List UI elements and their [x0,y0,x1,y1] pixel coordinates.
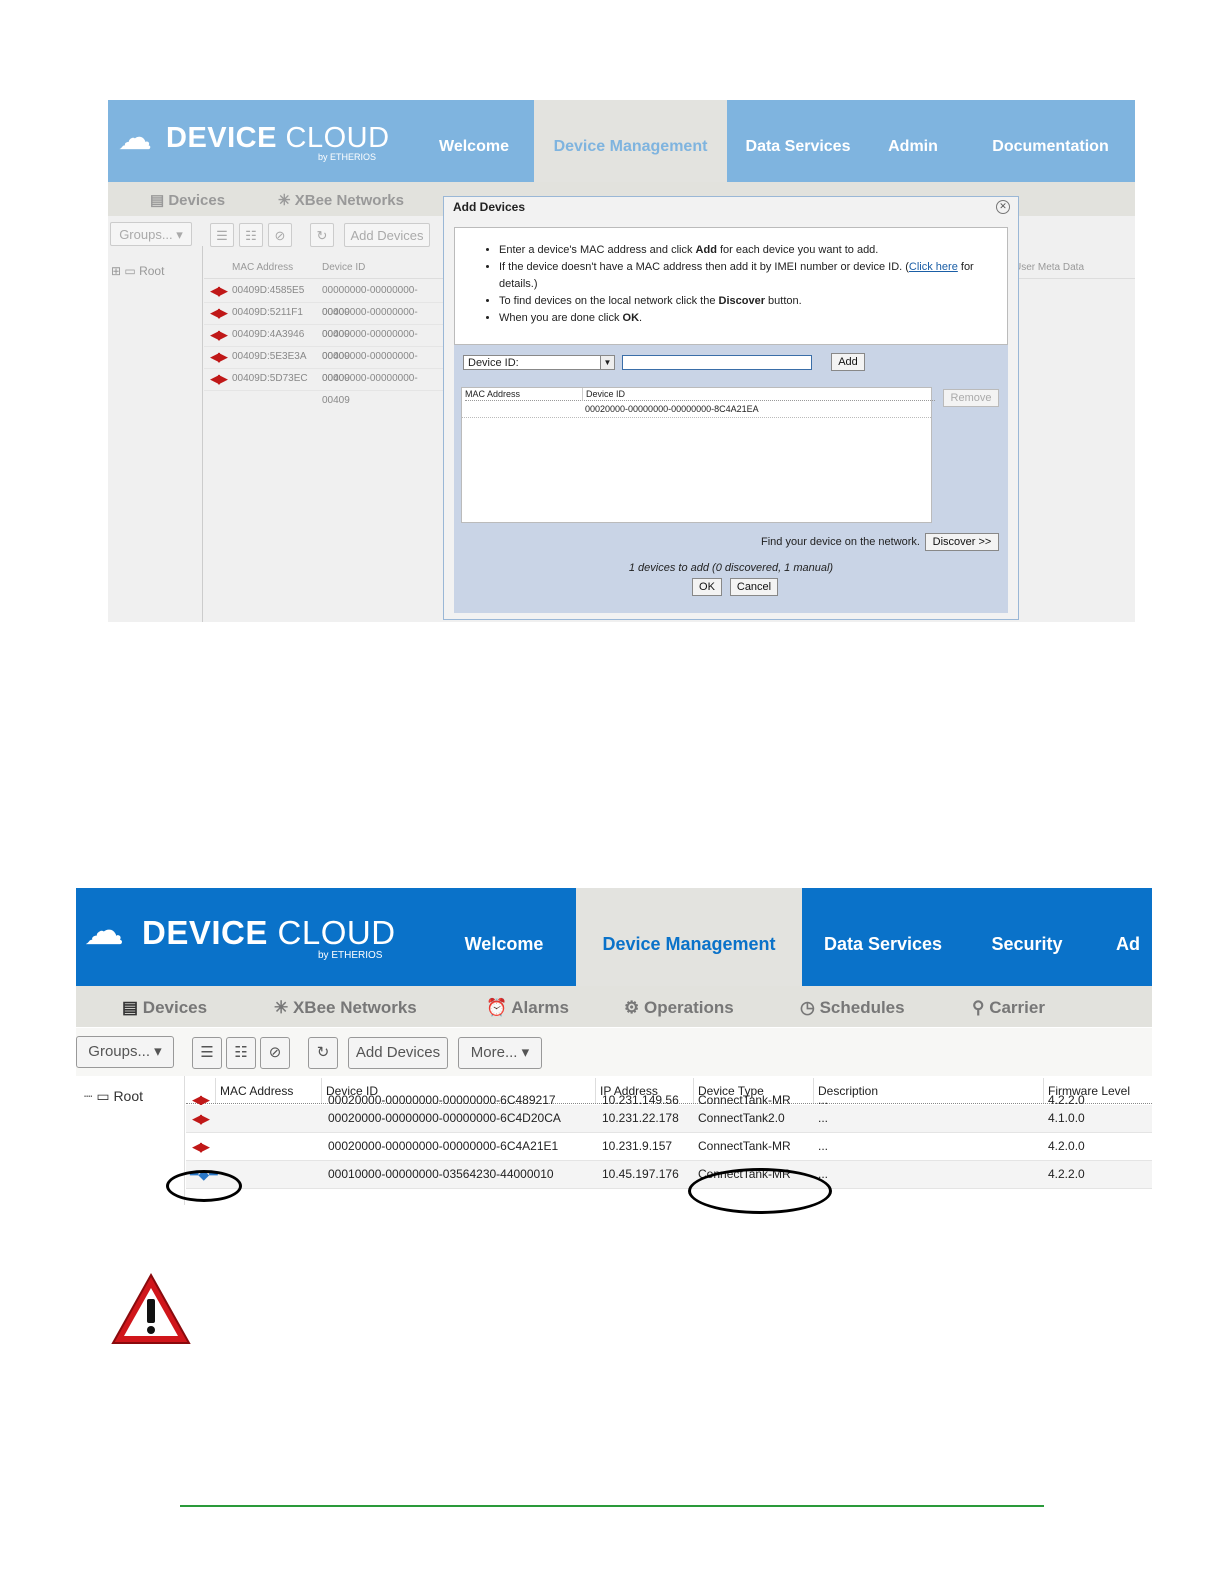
click-here-link[interactable]: Click here [909,261,958,273]
table-row[interactable]: ◀▶ 00409D:4A3946 00000000-00000000-00409 [204,324,444,362]
table-row[interactable]: ◀▶ 00020000-00000000-00000000-6C489217 1… [186,1091,1152,1106]
status-text: 1 devices to add (0 discovered, 1 manual… [628,562,834,574]
remove-button[interactable]: Remove [943,389,999,407]
highlight-oval-device-type [688,1168,832,1214]
app-header: ☁ DEVICE CLOUD by ETHERIOS Welcome Devic… [76,888,1152,986]
groups-button[interactable]: Groups... ▾ [76,1036,174,1068]
details-view-icon[interactable]: ☷ [226,1037,256,1069]
subnav-xbee[interactable]: ✳ XBee Networks [274,998,417,1018]
app-logo: DEVICE CLOUD [142,914,396,951]
table-row[interactable]: ◀▶ 00409D:4585E5 00000000-00000000-00409 [204,280,444,318]
col-mac[interactable]: MAC Address [232,258,293,278]
subnav-schedules[interactable]: ◷ Schedules [800,998,905,1018]
instruction-item: To find devices on the local network cli… [499,293,1007,310]
disconnected-icon: ◀▶ [210,327,228,342]
nav-device-management[interactable]: Device Management [576,888,802,986]
tree-root[interactable]: ⊞ ▭ Root [111,264,164,278]
instruction-item: If the device doesn't have a MAC address… [499,259,1007,293]
chevron-down-icon[interactable]: ▼ [600,356,614,369]
instructions: Enter a device's MAC address and click A… [454,227,1008,345]
table-row[interactable]: ━◆━ 00010000-00000000-03564230-44000010 … [186,1161,1152,1189]
footer-rule [180,1505,1044,1507]
warning-icon [111,1272,191,1344]
more-button[interactable]: More... ▾ [458,1037,542,1069]
disconnected-icon: ◀▶ [192,1111,210,1126]
compass-icon[interactable]: ⊘ [260,1037,290,1069]
logo-byline: by ETHERIOS [318,152,377,162]
add-devices-button[interactable]: Add Devices [348,1037,448,1069]
cloud-gear-icon: ☁ [118,119,152,157]
discover-button[interactable]: Discover >> [925,533,999,551]
tree-divider [202,246,203,622]
app-header: ☁ DEVICE CLOUD by ETHERIOS Welcome Devic… [108,100,1135,182]
instruction-item: When you are done click OK. [499,310,1007,327]
highlight-oval-status [166,1170,242,1202]
close-icon[interactable]: ✕ [996,200,1010,214]
table-row[interactable]: 00020000-00000000-00000000-8C4A21EA [585,402,759,416]
table-row[interactable]: ◀▶ 00409D:5211F1 00000000-00000000-00409 [204,302,444,340]
col-device-id[interactable]: Device ID [322,258,365,278]
table-row[interactable]: ◀▶ 00020000-00000000-00000000-6C4D20CA 1… [186,1105,1152,1133]
pending-devices-table: MAC Address Device ID 00020000-00000000-… [461,387,935,523]
refresh-icon[interactable]: ↻ [310,223,334,247]
subnav-xbee[interactable]: ✳ XBee Networks [278,191,404,209]
list-view-icon[interactable]: ☰ [210,223,234,247]
nav-welcome[interactable]: Welcome [448,888,560,986]
id-type-select[interactable]: Device ID: ▼ [463,355,615,370]
logo-byline: by ETHERIOS [318,950,383,961]
dialog-body: Enter a device's MAC address and click A… [454,227,1008,613]
disconnected-icon: ◀▶ [192,1139,210,1154]
nav-admin[interactable]: Admin [878,100,948,182]
disconnected-icon: ◀▶ [210,283,228,298]
row-divider [462,417,931,418]
screenshot-device-list: ☁ DEVICE CLOUD by ETHERIOS Welcome Devic… [76,888,1152,1205]
col-mac: MAC Address [465,388,581,401]
nav-admin[interactable]: Ad [1116,888,1152,986]
nav-welcome[interactable]: Welcome [424,100,524,182]
disconnected-icon: ◀▶ [210,371,228,386]
app-logo: DEVICE CLOUD [166,122,390,154]
device-grid: ◀▶ 00409D:4585E5 00000000-00000000-00409 ◀… [204,280,444,406]
nav-device-management[interactable]: Device Management [534,100,727,182]
tree-root[interactable]: ┈ ▭ Root [84,1088,143,1105]
table-row[interactable]: ◀▶ 00020000-00000000-00000000-6C4A21E1 1… [186,1133,1152,1161]
list-view-icon[interactable]: ☰ [192,1037,222,1069]
details-view-icon[interactable]: ☷ [239,223,263,247]
col-device-id: Device ID [582,388,935,401]
subnav: ▤ Devices ✳ XBee Networks ⏰ Alarms ⚙ Ope… [76,986,1152,1027]
subnav-operations[interactable]: ⚙ Operations [624,998,734,1018]
table-row[interactable]: ◀▶ 00409D:5D73EC 00000000-00000000-00409 [204,368,444,406]
cloud-gear-icon: ☁ [84,909,124,953]
table-row[interactable]: ◀▶ 00409D:5E3E3A 00000000-00000000-00409 [204,346,444,384]
instruction-item: Enter a device's MAC address and click A… [499,242,1007,259]
compass-icon[interactable]: ⊘ [268,223,292,247]
refresh-icon[interactable]: ↻ [308,1037,338,1069]
add-button[interactable]: Add [831,353,865,371]
subnav-carrier[interactable]: ⚲ Carrier [972,998,1045,1018]
nav-data-services[interactable]: Data Services [738,100,858,182]
device-id-input[interactable] [622,355,812,370]
cancel-button[interactable]: Cancel [730,578,778,596]
ok-button[interactable]: OK [692,578,722,596]
add-devices-dialog: Add Devices ✕ Enter a device's MAC addre… [443,196,1019,620]
nav-data-services[interactable]: Data Services [820,888,946,986]
groups-button[interactable]: Groups... ▾ [110,222,192,246]
subnav-alarms[interactable]: ⏰ Alarms [486,998,569,1018]
col-user-meta[interactable]: User Meta Data [1014,258,1084,278]
discover-label: Find your device on the network. [761,536,920,548]
subnav-devices[interactable]: ▤ Devices [122,998,207,1018]
nav-documentation[interactable]: Documentation [978,100,1123,182]
subnav-devices[interactable]: ▤ Devices [150,191,225,209]
nav-security[interactable]: Security [984,888,1070,986]
disconnected-icon: ◀▶ [210,305,228,320]
disconnected-icon: ◀▶ [210,349,228,364]
dialog-title: Add Devices [453,200,526,214]
add-devices-button[interactable]: Add Devices [344,223,430,247]
